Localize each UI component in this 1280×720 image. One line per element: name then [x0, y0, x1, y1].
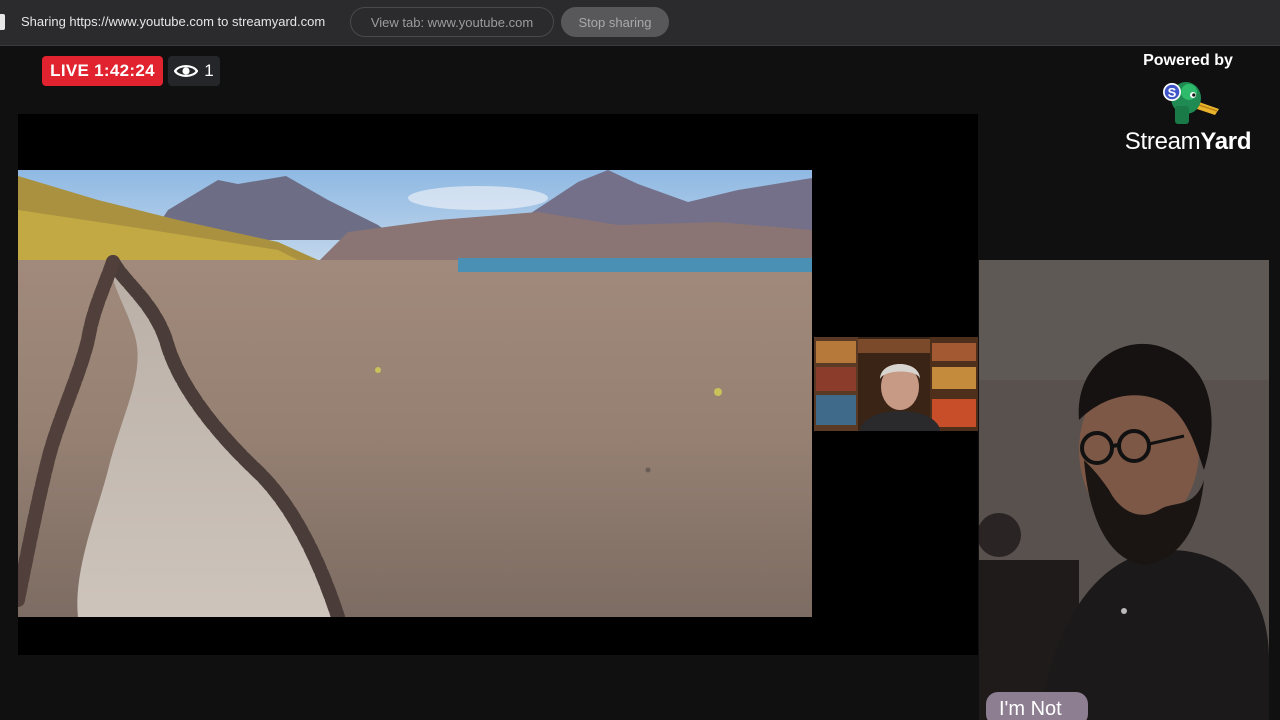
- stop-sharing-button[interactable]: Stop sharing: [561, 7, 669, 37]
- host-video-frame: [979, 260, 1269, 720]
- sharing-status-text: Sharing https://www.youtube.com to strea…: [21, 14, 326, 29]
- wordmark-stream: Stream: [1124, 128, 1201, 155]
- desert-path-image: [18, 170, 812, 617]
- streamyard-wordmark: StreamYard: [1112, 128, 1264, 156]
- guest-video-tile: [814, 337, 978, 431]
- viewer-count-badge: 1: [168, 56, 220, 86]
- view-tab-button[interactable]: View tab: www.youtube.com: [350, 7, 554, 37]
- viewer-count: 1: [204, 61, 214, 80]
- live-timer-badge: LIVE 1:42:24: [42, 56, 163, 86]
- shared-screen-video: [18, 170, 812, 617]
- eye-icon: [174, 65, 199, 77]
- host-camera-feed: [979, 260, 1269, 720]
- logo-letter: S: [1168, 85, 1177, 100]
- screen-sharing-bar: Sharing https://www.youtube.com to strea…: [0, 0, 1280, 46]
- guest-bookshelf-feed: [814, 337, 978, 431]
- powered-by-label: Powered by: [1143, 52, 1233, 69]
- wordmark-yard: Yard: [1200, 128, 1252, 155]
- sharing-indicator: [0, 14, 5, 30]
- host-name-tag: I'm Not: [986, 692, 1088, 720]
- streamyard-branding: Powered by S StreamYard: [1112, 52, 1264, 156]
- streamyard-duck-logo: S: [1163, 82, 1219, 124]
- broadcast-stage: [18, 114, 978, 655]
